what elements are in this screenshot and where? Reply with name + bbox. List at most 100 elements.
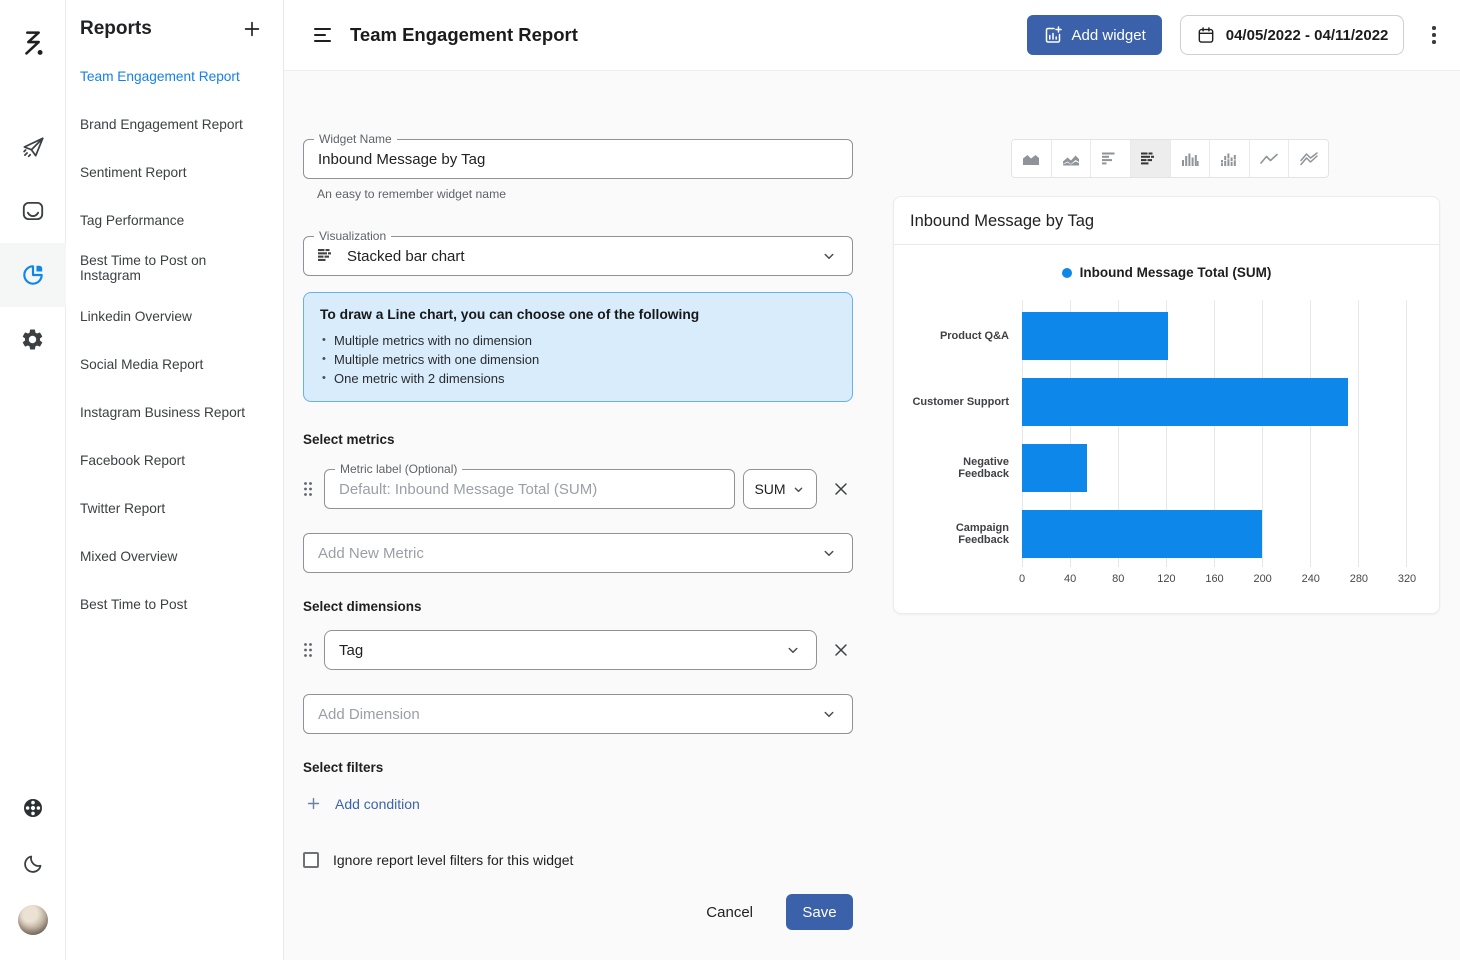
chart-type-stacked-line-chart[interactable] bbox=[1289, 140, 1328, 177]
add-dimension-select[interactable]: Add Dimension bbox=[303, 694, 853, 734]
bar bbox=[1022, 510, 1262, 558]
plus-icon bbox=[241, 18, 263, 40]
chevron-down-icon bbox=[820, 705, 838, 723]
sidebar-item-mixed-overview[interactable]: Mixed Overview bbox=[66, 532, 283, 580]
chart-type-stacked-bar-chart[interactable] bbox=[1131, 140, 1171, 177]
chevron-down-icon bbox=[820, 247, 838, 265]
drag-handle-icon[interactable] bbox=[303, 642, 313, 658]
widget-name-input[interactable] bbox=[318, 151, 838, 168]
rail-item-reports[interactable] bbox=[0, 243, 66, 307]
metric-label-input[interactable] bbox=[339, 481, 720, 498]
category-label: Campaign Feedback bbox=[910, 510, 1022, 558]
chart-preview-card: Inbound Message by Tag Inbound Message T… bbox=[893, 196, 1440, 614]
rail-item-dark-mode[interactable] bbox=[0, 836, 66, 892]
sidebar-item-brand-engagement-report[interactable]: Brand Engagement Report bbox=[66, 100, 283, 148]
aggregation-select[interactable]: SUM bbox=[743, 469, 817, 509]
sidebar-item-instagram-business-report[interactable]: Instagram Business Report bbox=[66, 388, 283, 436]
icon-rail bbox=[0, 0, 66, 960]
gear-icon bbox=[20, 327, 45, 352]
close-icon bbox=[831, 640, 851, 660]
chart-category-labels: Product Q&ACustomer SupportNegative Feed… bbox=[910, 300, 1022, 589]
legend-label: Inbound Message Total (SUM) bbox=[1080, 265, 1272, 280]
more-options-icon[interactable] bbox=[1426, 20, 1442, 49]
x-tick: 120 bbox=[1157, 573, 1175, 585]
nav-toggle-icon[interactable] bbox=[312, 24, 333, 47]
ignore-filters-checkbox[interactable] bbox=[303, 852, 319, 868]
visualization-label: Visualization bbox=[314, 229, 391, 243]
chart-type-bar-chart[interactable] bbox=[1091, 140, 1131, 177]
ignore-filters-row: Ignore report level filters for this wid… bbox=[303, 852, 853, 868]
remove-dimension-button[interactable] bbox=[829, 638, 853, 662]
widget-name-field-wrap: Widget Name bbox=[303, 139, 853, 179]
widget-editor-form: Widget Name An easy to remember widget n… bbox=[303, 139, 853, 960]
content: Widget Name An easy to remember widget n… bbox=[284, 71, 1460, 960]
chart-type-stacked-column-chart[interactable] bbox=[1210, 140, 1250, 177]
column-chart-icon bbox=[1181, 152, 1199, 166]
x-tick: 80 bbox=[1112, 573, 1124, 585]
add-report-button[interactable] bbox=[237, 14, 267, 44]
widget-name-label: Widget Name bbox=[314, 132, 397, 146]
info-bullet: Multiple metrics with no dimension bbox=[320, 331, 836, 350]
rail-item-account[interactable] bbox=[0, 892, 66, 948]
chart-type-line-chart[interactable] bbox=[1250, 140, 1290, 177]
info-bullet: Multiple metrics with one dimension bbox=[320, 350, 836, 369]
sidebar-title: Reports bbox=[80, 18, 152, 40]
line-chart-info-box: To draw a Line chart, you can choose one… bbox=[303, 292, 853, 402]
metric-row: Metric label (Optional) SUM bbox=[303, 469, 853, 509]
user-avatar bbox=[18, 905, 48, 935]
stacked-bar-chart-icon bbox=[1141, 152, 1159, 166]
bar bbox=[1022, 312, 1168, 360]
x-tick: 280 bbox=[1350, 573, 1368, 585]
dimension-value: Tag bbox=[339, 642, 363, 659]
visualization-select[interactable]: Visualization Stacked bar chart bbox=[303, 236, 853, 276]
sidebar-item-best-time-to-post[interactable]: Best Time to Post bbox=[66, 580, 283, 628]
cancel-button[interactable]: Cancel bbox=[692, 896, 767, 929]
sidebar-item-linkedin-overview[interactable]: Linkedin Overview bbox=[66, 292, 283, 340]
chart-type-toolbar bbox=[1011, 139, 1329, 178]
rail-item-publish[interactable] bbox=[0, 115, 66, 179]
rail-item-help[interactable] bbox=[0, 780, 66, 836]
chart-title: Inbound Message by Tag bbox=[894, 197, 1439, 245]
add-widget-label: Add widget bbox=[1072, 27, 1146, 44]
chevron-down-icon bbox=[820, 544, 838, 562]
chart-legend[interactable]: Inbound Message Total (SUM) bbox=[894, 265, 1439, 280]
chart-plot: Product Q&ACustomer SupportNegative Feed… bbox=[894, 300, 1439, 589]
add-widget-button[interactable]: Add widget bbox=[1027, 15, 1162, 55]
add-condition-button[interactable]: Add condition bbox=[303, 791, 422, 816]
date-range-button[interactable]: 04/05/2022 - 04/11/2022 bbox=[1180, 15, 1405, 55]
sidebar-item-social-media-report[interactable]: Social Media Report bbox=[66, 340, 283, 388]
remove-metric-button[interactable] bbox=[829, 477, 853, 501]
sidebar-item-facebook-report[interactable]: Facebook Report bbox=[66, 436, 283, 484]
x-tick: 160 bbox=[1205, 573, 1223, 585]
dimension-select[interactable]: Tag bbox=[324, 630, 817, 670]
rail-item-inbox[interactable] bbox=[0, 179, 66, 243]
ignore-filters-label: Ignore report level filters for this wid… bbox=[333, 852, 573, 868]
chart-bars-wrap: 04080120160200240280320 bbox=[1022, 300, 1407, 589]
stacked-area-chart-icon bbox=[1062, 152, 1080, 166]
select-filters-label: Select filters bbox=[303, 760, 853, 775]
chart-bars bbox=[1022, 300, 1407, 567]
sidebar-item-team-engagement-report[interactable]: Team Engagement Report bbox=[66, 52, 283, 100]
chart-type-stacked-area-chart[interactable] bbox=[1052, 140, 1092, 177]
sidebar-item-twitter-report[interactable]: Twitter Report bbox=[66, 484, 283, 532]
add-new-metric-select[interactable]: Add New Metric bbox=[303, 533, 853, 573]
sidebar-item-tag-performance[interactable]: Tag Performance bbox=[66, 196, 283, 244]
sidebar-item-sentiment-report[interactable]: Sentiment Report bbox=[66, 148, 283, 196]
line-chart-icon bbox=[1260, 152, 1278, 166]
save-button[interactable]: Save bbox=[786, 894, 853, 930]
stacked-line-chart-icon bbox=[1300, 152, 1318, 166]
x-tick: 40 bbox=[1064, 573, 1076, 585]
chevron-down-icon bbox=[791, 482, 806, 497]
chart-type-area-chart[interactable] bbox=[1012, 140, 1052, 177]
preview-panel: Inbound Message by Tag Inbound Message T… bbox=[893, 139, 1440, 960]
app-logo-icon[interactable] bbox=[16, 26, 50, 65]
aggregation-value: SUM bbox=[754, 481, 785, 497]
rail-item-settings[interactable] bbox=[0, 307, 66, 371]
select-metrics-label: Select metrics bbox=[303, 432, 853, 447]
chart-type-column-chart[interactable] bbox=[1171, 140, 1211, 177]
add-chart-icon bbox=[1043, 25, 1063, 45]
metric-label-label: Metric label (Optional) bbox=[335, 462, 462, 476]
category-label: Customer Support bbox=[910, 378, 1022, 426]
sidebar-item-best-time-to-post-on-instagram[interactable]: Best Time to Post on Instagram bbox=[66, 244, 283, 292]
drag-handle-icon[interactable] bbox=[303, 481, 313, 497]
